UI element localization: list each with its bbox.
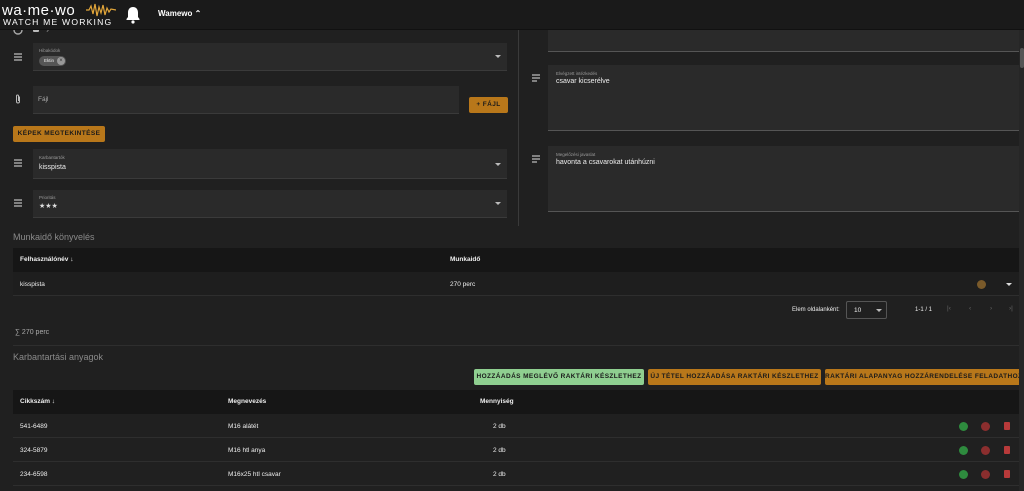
prevention-label: Megelőzési javaslat (556, 152, 596, 157)
maintainers-label: Karbantartók (39, 155, 65, 160)
col-item-number[interactable]: Cikkszám ↓ (20, 398, 55, 405)
actions-taken-textarea[interactable]: Elvégzett intézkedés csavar kicserélve (548, 65, 1022, 131)
divider (13, 345, 1019, 346)
table-row[interactable]: kisspista 270 perc (13, 272, 1019, 296)
col-quantity: Mennyiség (480, 398, 514, 405)
add-circle-icon[interactable] (959, 422, 968, 431)
scrollbar-thumb[interactable] (1020, 48, 1024, 68)
per-page-select[interactable]: 10 (846, 301, 887, 319)
list-icon (14, 159, 22, 167)
table-row[interactable]: 541-6489 M16 alátét 2 db (13, 414, 1019, 438)
item-quantity-cell: 2 db (493, 423, 506, 430)
expand-row-icon[interactable] (1006, 283, 1012, 286)
next-page-icon[interactable]: › (990, 305, 992, 312)
dropdown-caret-icon (495, 55, 501, 58)
view-images-button[interactable]: KÉPEK MEGTEKINTÉSE (13, 126, 105, 142)
text-area-top[interactable] (548, 30, 1022, 52)
page-range: 1-1 / 1 (915, 307, 933, 313)
delete-icon[interactable] (1004, 446, 1010, 454)
column-divider (518, 30, 519, 226)
notes-icon (532, 74, 540, 82)
app-logo[interactable]: wa·me·wo WATCH ME WORKING (2, 2, 117, 29)
chip-remove-icon[interactable]: × (57, 57, 66, 65)
priority-select[interactable]: Prioritás ★★★ (33, 190, 507, 218)
priority-label: Prioritás (39, 195, 56, 200)
remove-circle-icon[interactable] (981, 422, 990, 431)
delete-icon[interactable] (1004, 422, 1010, 430)
per-page-label: Elem oldalanként: (792, 307, 840, 313)
add-file-button[interactable]: + FÁJL (469, 97, 508, 113)
actions-taken-value: csavar kicserélve (556, 78, 610, 85)
item-number-cell: 234-6598 (20, 471, 48, 478)
username-cell: kisspista (20, 281, 45, 288)
page-scrollbar[interactable] (1019, 30, 1024, 491)
priority-stars: ★★★ (39, 203, 58, 210)
maintainers-value: kisspista (39, 164, 66, 171)
remove-circle-icon[interactable] (981, 446, 990, 455)
bell-icon[interactable] (125, 6, 141, 24)
file-field[interactable]: Fájl (33, 86, 459, 114)
paperclip-icon (16, 94, 20, 104)
per-page-value: 10 (854, 307, 862, 314)
last-page-icon[interactable]: ›| (1009, 305, 1013, 312)
dropdown-caret-icon (876, 309, 882, 312)
item-name-cell: M16 alátét (228, 423, 259, 430)
chip-label: Ektin (44, 58, 55, 63)
soundwave-icon (86, 3, 116, 17)
paginator: Elem oldalanként: 10 1-1 / 1 |‹ ‹ › ›| (13, 296, 1019, 324)
error-code-chip: Ektin × (39, 56, 67, 66)
error-codes-label: Hibakódok (39, 48, 61, 53)
row-status-icon[interactable] (977, 280, 986, 289)
assign-material-button[interactable]: RAKTÁRI ALAPANYAG HOZZÁRENDELÉSE FELADAT… (825, 369, 1022, 385)
error-codes-select[interactable]: Hibakódok Ektin × (33, 43, 507, 71)
worktime-table-header: Felhasználónév ↓ Munkaidő (13, 248, 1019, 272)
list-icon (14, 53, 22, 61)
list-icon (14, 199, 22, 207)
logo-subtitle: WATCH ME WORKING (3, 17, 113, 27)
top-bar: wa·me·wo WATCH ME WORKING Wamewo ⌃ (0, 0, 1024, 30)
add-circle-icon[interactable] (959, 470, 968, 479)
actions-taken-label: Elvégzett intézkedés (556, 71, 598, 76)
delete-icon[interactable] (1004, 470, 1010, 478)
item-quantity-cell: 2 db (493, 447, 506, 454)
dropdown-caret-icon (495, 163, 501, 166)
col-worktime: Munkaidő (450, 256, 481, 263)
add-circle-icon[interactable] (959, 446, 968, 455)
add-new-stock-item-button[interactable]: ÚJ TÉTEL HOZZÁADÁSA RAKTÁRI KÉSZLETHEZ (648, 369, 821, 385)
previous-page-icon[interactable]: ‹ (969, 305, 971, 312)
prevention-value: havonta a csavarokat utánhúzni (556, 159, 655, 166)
col-name: Megnevezés (228, 398, 267, 405)
item-number-cell: 324-5879 (20, 447, 48, 454)
materials-table-header: Cikkszám ↓ Megnevezés Mennyiség (13, 390, 1019, 414)
add-to-existing-stock-button[interactable]: HOZZÁADÁS MEGLÉVŐ RAKTÁRI KÉSZLETHEZ (474, 369, 644, 385)
materials-section-title: Karbantartási anyagok (13, 352, 104, 362)
item-name-cell: M16 htl anya (228, 447, 266, 454)
file-label: Fájl (38, 96, 49, 103)
item-quantity-cell: 2 db (493, 471, 506, 478)
prevention-suggestion-textarea[interactable]: Megelőzési javaslat havonta a csavarokat… (548, 146, 1022, 212)
table-row[interactable]: 324-5879 M16 htl anya 2 db (13, 438, 1019, 462)
dropdown-caret-icon (495, 202, 501, 205)
worktime-sum: ∑ 270 perc (15, 329, 50, 336)
worktime-section-title: Munkaidő könyvelés (13, 232, 95, 242)
maintainers-select[interactable]: Karbantartók kisspista (33, 149, 507, 179)
first-page-icon[interactable]: |‹ (947, 305, 951, 312)
item-name-cell: M16x25 htl csavar (228, 471, 281, 478)
item-number-cell: 541-6489 (20, 423, 48, 430)
worktime-cell: 270 perc (450, 281, 476, 288)
user-menu[interactable]: Wamewo ⌃ (158, 9, 201, 18)
remove-circle-icon[interactable] (981, 470, 990, 479)
table-row[interactable]: 234-6598 M16x25 htl csavar 2 db (13, 462, 1019, 486)
notes-icon (532, 155, 540, 163)
col-username[interactable]: Felhasználónév ↓ (20, 256, 73, 263)
